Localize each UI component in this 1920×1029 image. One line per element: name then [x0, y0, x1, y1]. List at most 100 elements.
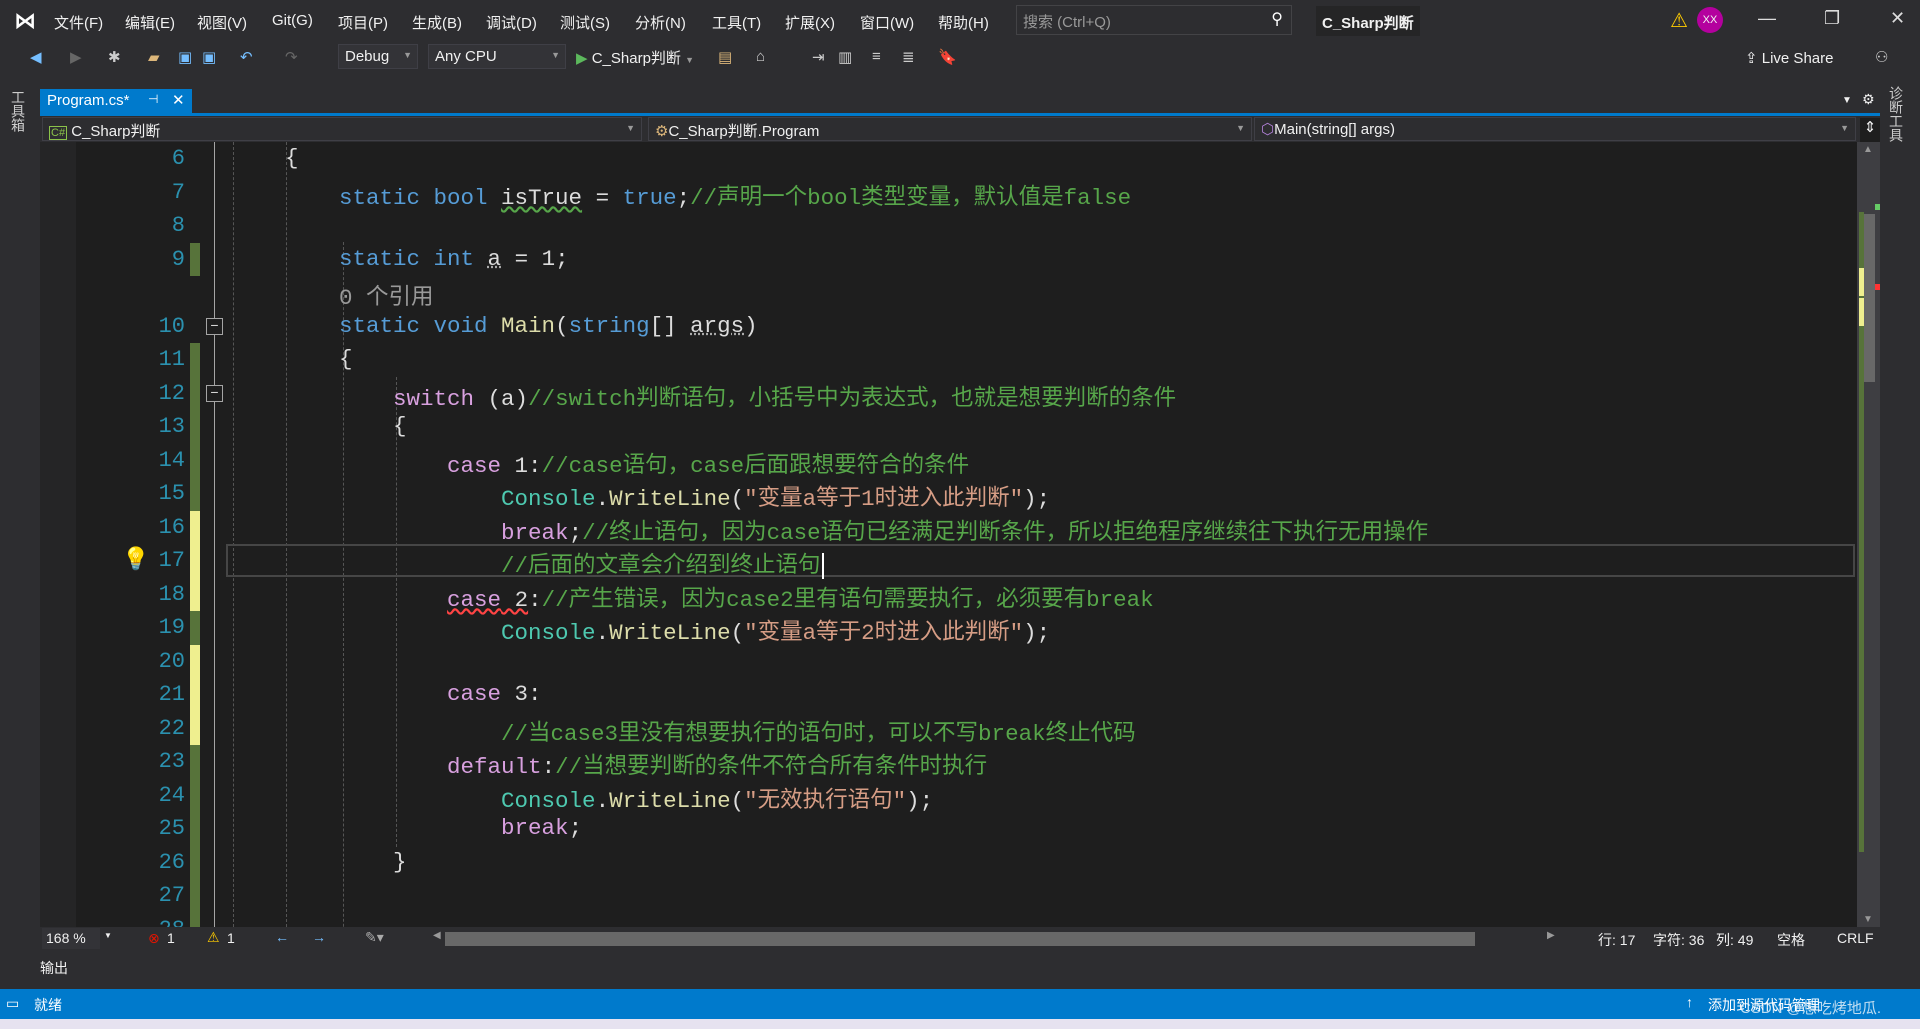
find-in-files-icon[interactable]: ▤	[718, 48, 732, 66]
platform-select[interactable]: Any CPU ▼	[428, 44, 566, 69]
code-line[interactable]: 15 Console.WriteLine("变量a等于1时进入此判断");	[40, 477, 1857, 512]
code-line[interactable]: 27	[40, 879, 1857, 913]
comment-icon[interactable]: ≡	[872, 48, 881, 65]
code-line[interactable]: 9 static int a = 1;	[40, 242, 1857, 276]
scroll-up-icon[interactable]: ▲	[1863, 144, 1873, 155]
line-indicator[interactable]: 行: 17	[1598, 930, 1635, 950]
step-icon[interactable]: ⇥	[812, 48, 825, 66]
column-indicator[interactable]: 列: 49	[1716, 930, 1753, 950]
bookmark-icon[interactable]: 🔖	[938, 48, 957, 66]
notification-warning-icon[interactable]: ⚠	[1670, 8, 1688, 33]
split-editor-icon[interactable]: ⇕	[1860, 118, 1880, 142]
char-indicator[interactable]: 字符: 36	[1653, 930, 1704, 950]
uncomment-icon[interactable]: ≣	[902, 48, 915, 66]
tab-list-dropdown-icon[interactable]: ▼	[1842, 95, 1852, 106]
scroll-down-icon[interactable]: ▼	[1863, 914, 1873, 925]
search-input[interactable]: 搜索 (Ctrl+Q) ⚲	[1016, 5, 1292, 35]
menu-item[interactable]: Git(G)	[272, 12, 313, 29]
config-select[interactable]: Debug ▼	[338, 44, 418, 69]
menu-item[interactable]: 编辑(E)	[125, 12, 175, 33]
pin-icon[interactable]: ⊣	[148, 92, 158, 106]
code-line[interactable]: 19 Console.WriteLine("变量a等于2时进入此判断");	[40, 611, 1857, 646]
undo-icon[interactable]: ↶	[240, 48, 253, 66]
code-line[interactable]: 8	[40, 209, 1857, 243]
menu-item[interactable]: 窗口(W)	[860, 12, 914, 33]
code-line[interactable]: 14 case 1://case语句，case后面跟想要符合的条件	[40, 443, 1857, 479]
feedback-icon[interactable]: ⚇	[1875, 48, 1888, 66]
code-line[interactable]: 20	[40, 644, 1857, 678]
warning-marker[interactable]	[1875, 204, 1880, 210]
solution-explorer-icon[interactable]: ⌂	[756, 48, 765, 65]
scroll-right-icon[interactable]: ▶	[1547, 930, 1555, 941]
format-icon[interactable]: ▥	[838, 48, 852, 66]
code-line[interactable]: 24 Console.WriteLine("无效执行语句");	[40, 778, 1857, 814]
chevron-down-icon[interactable]: ▼	[104, 931, 112, 940]
menu-item[interactable]: 生成(B)	[412, 12, 462, 33]
warning-icon[interactable]: ⚠	[207, 929, 220, 946]
forward-icon[interactable]: ▶	[70, 48, 82, 66]
menu-item[interactable]: 文件(F)	[54, 12, 103, 33]
codelens-references[interactable]: 0 个引用	[231, 285, 434, 311]
member-nav-select[interactable]: ⬡Main(string[] args) ▼	[1254, 117, 1856, 141]
code-cleanup-icon[interactable]: ✎▾	[365, 929, 384, 946]
code-line[interactable]: 13 {	[40, 410, 1857, 444]
menu-item[interactable]: 扩展(X)	[785, 12, 835, 33]
save-icon[interactable]: ▣	[178, 48, 192, 66]
open-folder-icon[interactable]: ▰	[148, 48, 160, 66]
collapse-icon[interactable]: −	[206, 317, 223, 335]
code-line[interactable]: 12 − switch (a)//switch判断语句，小括号中为表达式，也就是想…	[40, 376, 1857, 412]
minimize-button[interactable]: —	[1758, 8, 1776, 29]
menu-item[interactable]: 调试(D)	[486, 12, 537, 33]
error-marker[interactable]	[1875, 284, 1880, 290]
horizontal-scroll-thumb[interactable]	[445, 932, 1475, 946]
live-share-button[interactable]: ⇪ Live Share	[1745, 49, 1833, 67]
code-line[interactable]: 6 {	[40, 142, 1857, 176]
code-line[interactable]: 10 − static void Main(string[] args)	[40, 310, 1857, 344]
gear-icon[interactable]: ⚙	[1862, 91, 1875, 108]
menu-item[interactable]: 项目(P)	[338, 12, 388, 33]
previous-issue-icon[interactable]: ←	[275, 929, 289, 945]
diagnostic-tools-tab[interactable]: 诊断工具	[1886, 86, 1906, 142]
save-all-icon[interactable]: ▣	[202, 48, 216, 66]
whitespace-indicator[interactable]: 空格	[1777, 930, 1805, 950]
avatar[interactable]: XX	[1697, 7, 1723, 33]
class-nav-select[interactable]: ⚙C_Sharp判断.Program ▼	[648, 117, 1252, 141]
code-line[interactable]: 21 case 3:	[40, 678, 1857, 712]
menu-item[interactable]: 工具(T)	[712, 12, 761, 33]
collapse-icon[interactable]: −	[206, 384, 223, 402]
error-icon[interactable]: ⊗	[148, 930, 160, 947]
close-button[interactable]: ✕	[1890, 8, 1905, 29]
code-line[interactable]: 28	[40, 912, 1857, 927]
back-icon[interactable]: ◀	[30, 48, 42, 66]
menu-item[interactable]: 测试(S)	[560, 12, 610, 33]
warning-count[interactable]: 1	[227, 930, 235, 946]
project-nav-select[interactable]: C# C_Sharp判断 ▼	[42, 117, 642, 141]
vertical-scrollbar[interactable]: ▲ ▼	[1857, 142, 1880, 927]
error-count[interactable]: 1	[167, 930, 175, 946]
code-line[interactable]: 0 个引用	[40, 276, 1857, 311]
menu-item[interactable]: 分析(N)	[635, 12, 686, 33]
scroll-left-icon[interactable]: ◀	[433, 930, 441, 941]
toolbox-tab[interactable]: 工具箱	[8, 90, 28, 132]
lightbulb-icon[interactable]: 💡	[122, 546, 149, 572]
restore-button[interactable]: ❐	[1824, 8, 1840, 29]
redo-icon[interactable]: ↷	[285, 48, 298, 66]
menu-item[interactable]: 视图(V)	[197, 12, 247, 33]
new-item-icon[interactable]: ✱	[108, 48, 121, 66]
code-line[interactable]: 18 case 2://产生错误，因为case2里有语句需要执行，必须要有bre…	[40, 577, 1857, 613]
code-line[interactable]: 26 }	[40, 845, 1857, 879]
zoom-select[interactable]: 168 %	[42, 928, 100, 949]
code-line[interactable]: 22 //当case3里没有想要执行的语句时，可以不写break终止代码	[40, 711, 1857, 747]
code-line[interactable]: 16 break;//终止语句，因为case语句已经满足判断条件，所以拒绝程序继…	[40, 510, 1857, 546]
code-line[interactable]: 23 default://当想要判断的条件不符合所有条件时执行	[40, 745, 1857, 780]
scroll-thumb[interactable]	[1863, 214, 1875, 382]
next-issue-icon[interactable]: →	[312, 929, 326, 945]
code-line[interactable]: 11 {	[40, 343, 1857, 377]
code-line[interactable]: 17 💡 //后面的文章会介绍到终止语句	[40, 544, 1857, 579]
code-editor[interactable]: 6 {7 static bool isTrue = true;//声明一个boo…	[40, 142, 1857, 927]
tab-program-cs[interactable]: Program.cs* ⊣ ✕	[40, 89, 192, 114]
output-panel-tab[interactable]: 输出	[40, 958, 68, 978]
code-line[interactable]: 25 break;	[40, 812, 1857, 846]
start-button[interactable]: ▶ C_Sharp判断 ▼	[576, 47, 694, 68]
code-line[interactable]: 7 static bool isTrue = true;//声明一个bool类型…	[40, 176, 1857, 211]
